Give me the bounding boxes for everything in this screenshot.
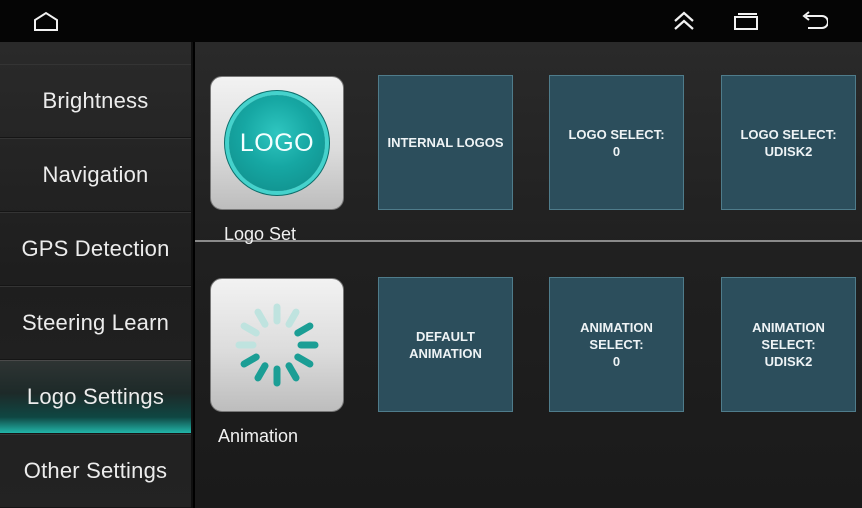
animation-select-0-button[interactable]: ANIMATION SELECT: 0	[549, 277, 684, 412]
animation-tile[interactable]	[210, 278, 344, 412]
internal-logos-button[interactable]: INTERNAL LOGOS	[378, 75, 513, 210]
animation-select-udisk2-button[interactable]: ANIMATION SELECT: UDISK2	[721, 277, 856, 412]
spinner-dash	[240, 322, 260, 337]
spinner-dash	[254, 362, 269, 382]
home-icon[interactable]	[32, 8, 60, 34]
sidebar-item-gps-detection[interactable]: GPS Detection	[0, 212, 191, 286]
spinner-dash	[294, 322, 314, 337]
sidebar-item-label: GPS Detection	[21, 236, 170, 261]
logo-text: LOGO	[239, 128, 315, 157]
logo-select-udisk2-button[interactable]: LOGO SELECT: UDISK2	[721, 75, 856, 210]
sidebar-item-navigation[interactable]: Navigation	[0, 138, 191, 212]
logo-set-label: Logo Set	[224, 224, 297, 244]
sidebar-item-steering-learn[interactable]: Steering Learn	[0, 286, 191, 360]
settings-sidebar: Brightness Navigation GPS Detection Stee…	[0, 42, 193, 508]
sidebar-item-label: Other Settings	[23, 458, 168, 483]
sidebar-item-label: Logo Settings	[26, 384, 165, 409]
back-icon[interactable]	[800, 8, 828, 34]
expand-up-icon[interactable]	[670, 8, 698, 34]
sidebar-item-label: Steering Learn	[21, 310, 170, 335]
spinner-dash	[285, 308, 300, 328]
spinner-dash	[294, 353, 314, 368]
recent-apps-icon[interactable]	[732, 8, 760, 34]
sidebar-item-brightness[interactable]: Brightness	[0, 64, 191, 138]
logo-icon: LOGO	[229, 95, 325, 191]
status-bar	[0, 0, 862, 42]
sidebar-item-label: Navigation	[42, 162, 149, 187]
spinner-dash	[254, 308, 269, 328]
sidebar-item-other-settings[interactable]: Other Settings	[0, 434, 191, 508]
sidebar-item-label: Brightness	[42, 88, 149, 113]
spinner-dash	[285, 362, 300, 382]
logo-select-0-button[interactable]: LOGO SELECT: 0	[549, 75, 684, 210]
sidebar-item-logo-settings[interactable]: Logo Settings	[0, 360, 191, 434]
spinner-dash	[240, 353, 260, 368]
loading-spinner-icon	[235, 303, 319, 387]
logo-set-tile[interactable]: LOGO	[210, 76, 344, 210]
default-animation-button[interactable]: DEFAULT ANIMATION	[378, 277, 513, 412]
animation-label: Animation	[218, 426, 299, 446]
